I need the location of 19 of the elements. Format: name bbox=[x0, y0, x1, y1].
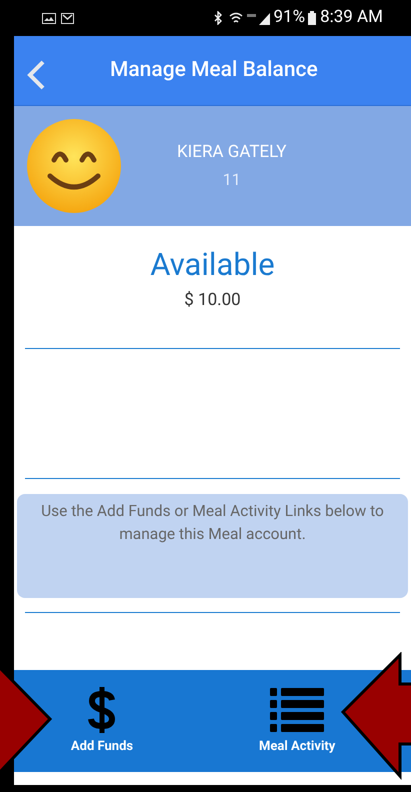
battery-percent: 91% bbox=[274, 6, 306, 30]
battery-icon bbox=[308, 11, 316, 25]
bluetooth-icon bbox=[214, 11, 222, 25]
wifi-icon bbox=[228, 12, 242, 24]
mail-icon bbox=[61, 12, 74, 24]
clock-time: 8:39 AM bbox=[320, 6, 383, 30]
info-message: Use the Add Funds or Meal Activity Links below to manage this Meal account. bbox=[40, 500, 385, 544]
signal-icon bbox=[246, 12, 270, 24]
balance-label: Available bbox=[150, 246, 275, 284]
balance-amount: $ 10.00 bbox=[184, 289, 241, 312]
image-icon bbox=[42, 12, 56, 24]
dollar-icon bbox=[87, 686, 117, 734]
chevron-left-icon bbox=[26, 59, 46, 91]
toolbar-button[interactable]: Meal Activity bbox=[259, 685, 336, 757]
list-icon bbox=[270, 688, 324, 732]
toolbar-button[interactable]: Add Funds bbox=[66, 685, 138, 757]
student-name: KIERA GATELY bbox=[177, 141, 287, 164]
student-grade: 11 bbox=[222, 168, 241, 190]
page-title: Manage Meal Balance bbox=[110, 56, 318, 84]
